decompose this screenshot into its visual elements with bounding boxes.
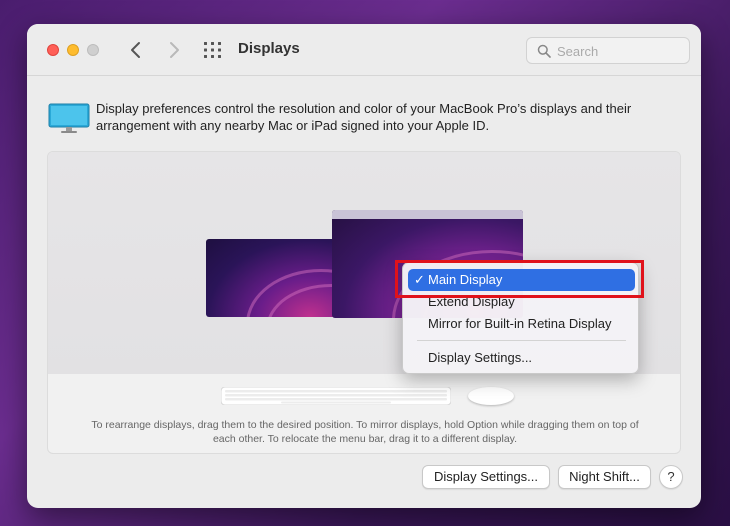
close-button[interactable] [47,44,59,56]
chevron-right-icon [170,42,179,58]
display-context-menu: ✓ Main Display Extend Display Mirror for… [402,262,639,374]
display-settings-button[interactable]: Display Settings... [422,465,550,489]
back-button[interactable] [125,38,147,62]
menu-item-label: Mirror for Built-in Retina Display [428,316,612,331]
arrangement-hint: To rearrange displays, drag them to the … [91,419,639,445]
help-button[interactable]: ? [659,465,683,489]
chevron-left-icon [131,42,140,58]
menu-item-mirror-display[interactable]: Mirror for Built-in Retina Display [408,313,635,335]
window-title: Displays [238,40,300,57]
forward-button[interactable] [163,38,185,62]
menu-bar-indicator[interactable] [332,210,523,219]
show-all-button[interactable] [203,41,223,59]
minimize-button[interactable] [67,44,79,56]
menu-item-display-settings[interactable]: Display Settings... [408,347,635,369]
search-input[interactable] [557,42,681,60]
menu-item-extend-display[interactable]: Extend Display [408,291,635,313]
menu-separator [417,340,626,341]
display-icon [48,103,90,135]
keyboard-illustration [220,386,452,410]
info-description: Display preferences control the resoluti… [96,101,632,133]
grid-icon [204,42,221,58]
menu-item-label: Display Settings... [428,350,533,365]
menu-item-label: Main Display [428,272,503,287]
night-shift-button[interactable]: Night Shift... [558,465,651,489]
menu-item-label: Extend Display [428,294,515,309]
checkmark-icon: ✓ [414,272,425,287]
zoom-button[interactable] [87,44,99,56]
search-field[interactable] [526,37,690,64]
mouse-illustration [468,387,514,405]
secondary-display-thumbnail[interactable] [206,239,336,317]
menu-item-main-display[interactable]: ✓ Main Display [408,269,635,291]
search-icon [537,44,551,58]
titlebar: Displays [27,24,701,76]
